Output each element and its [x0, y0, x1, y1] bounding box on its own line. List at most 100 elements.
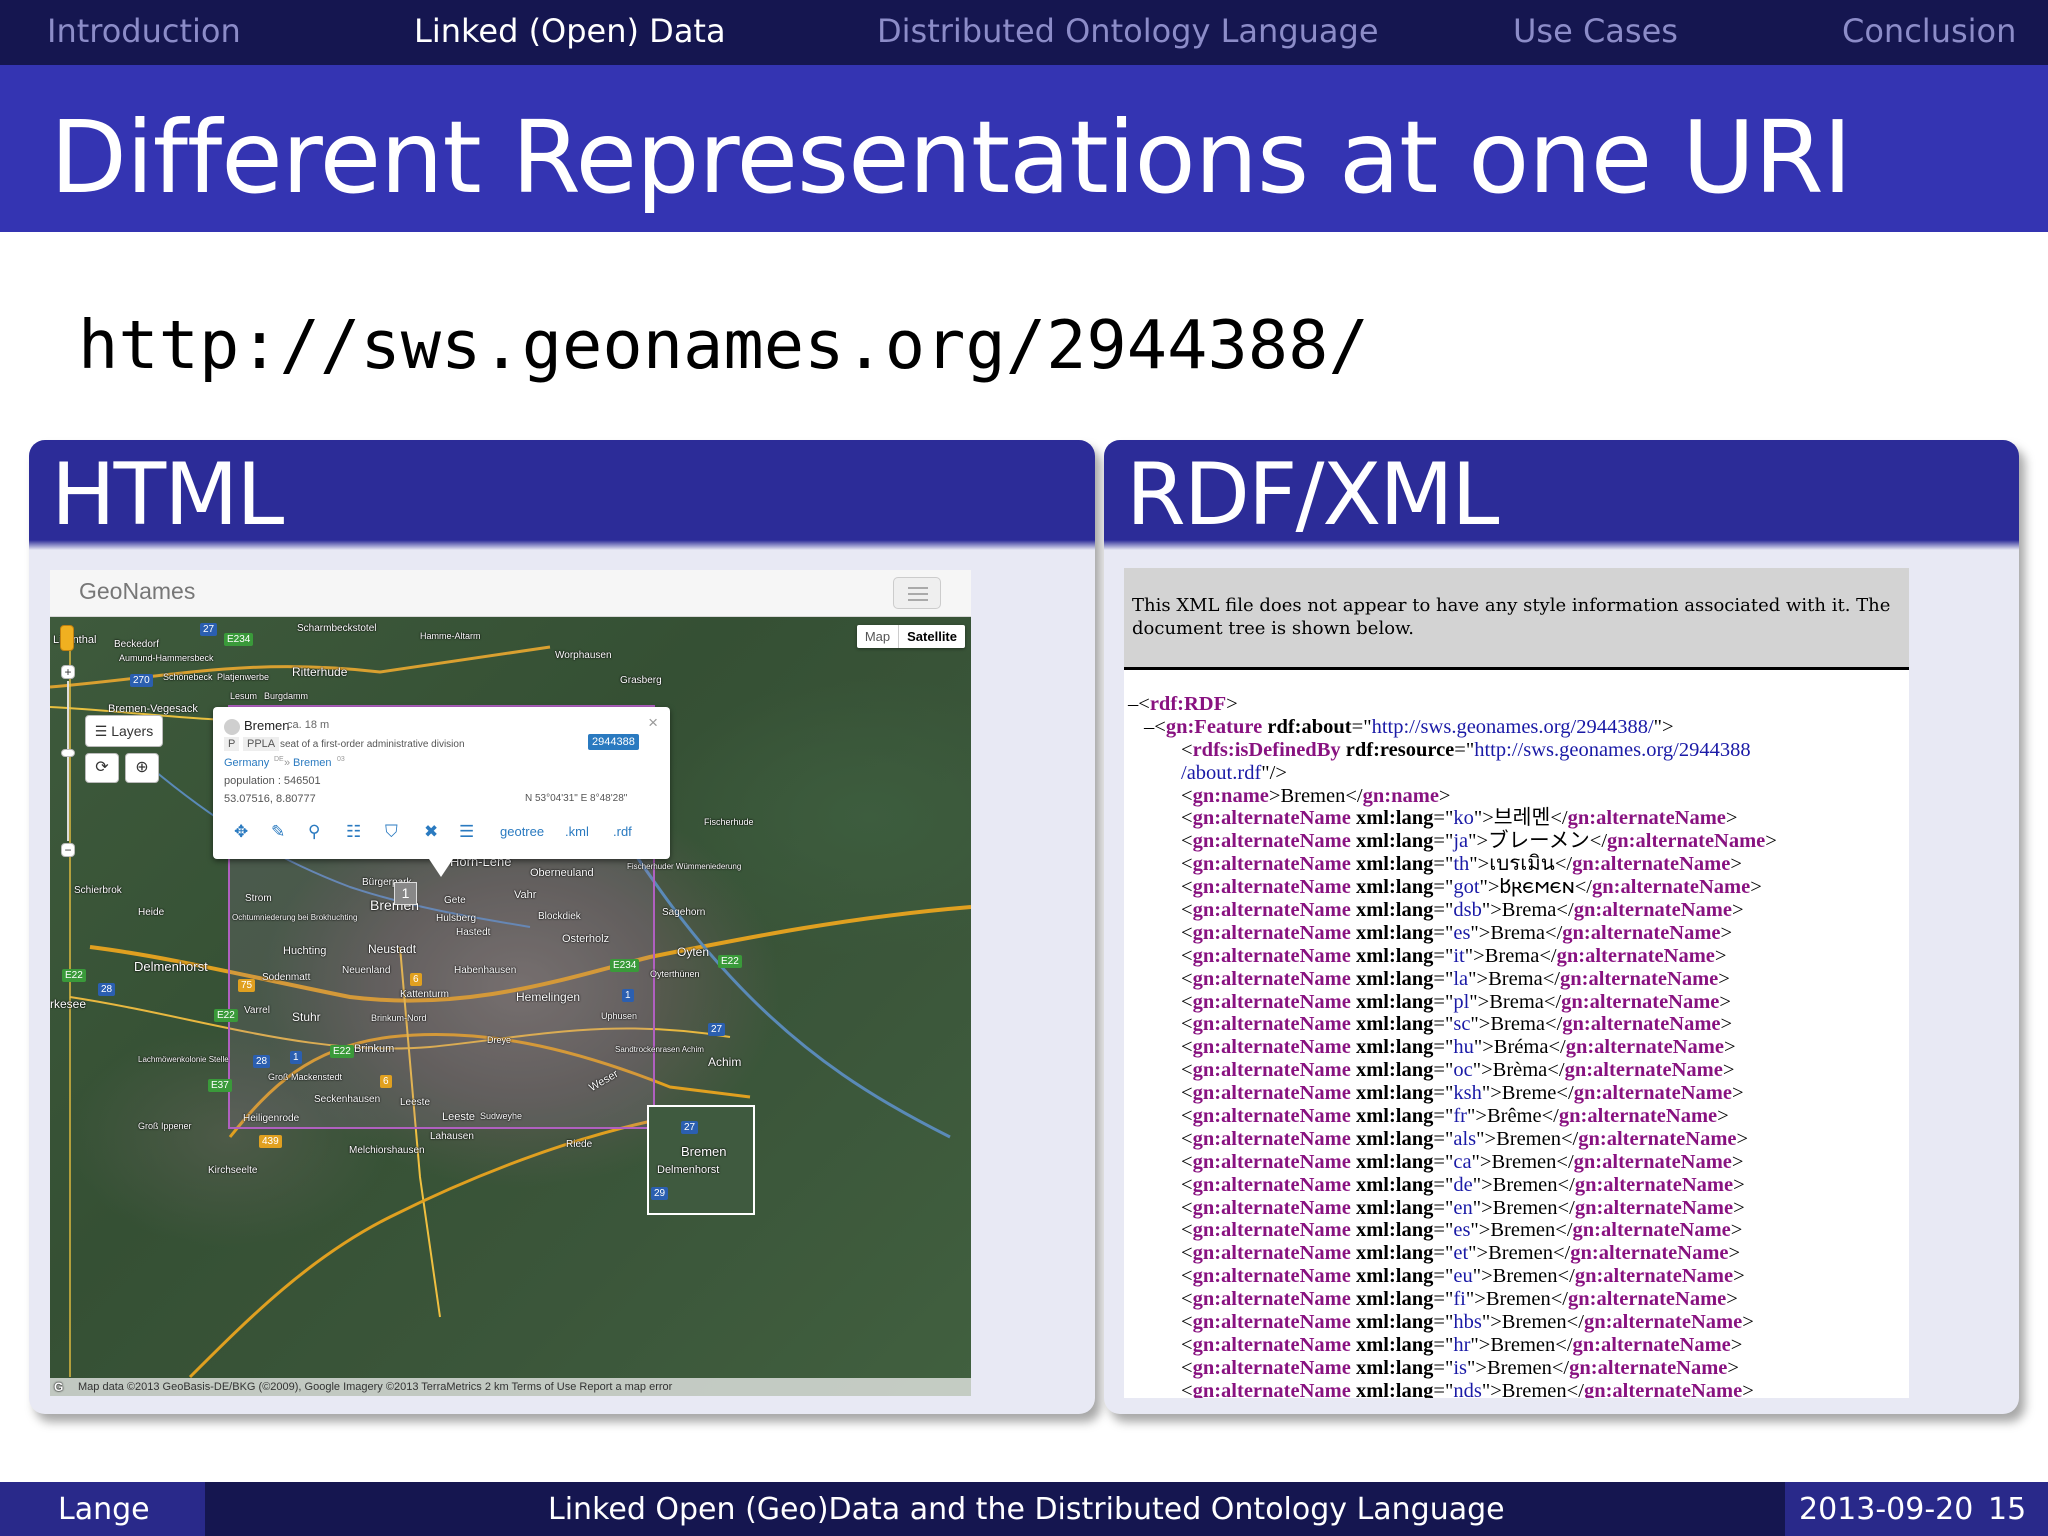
- xml-tag: gn:alternateName: [1192, 1173, 1351, 1196]
- road-shield: 27: [708, 1023, 726, 1036]
- xml-line-alternate-name: <gn:alternateName xml:lang="ko">브레멘</gn:…: [1181, 807, 1738, 830]
- pegman-icon[interactable]: [60, 625, 74, 651]
- xml-text: Bremen: [1492, 1196, 1558, 1219]
- map-label: Strom: [245, 893, 272, 904]
- close-icon[interactable]: ×: [648, 713, 658, 733]
- map-label: Achim: [708, 1055, 742, 1069]
- xml-text: 𐌱𐍂𐌴𐌼𐌴𐌽: [1499, 876, 1575, 899]
- xml-line-alternate-name: <gn:alternateName xml:lang="th">เบรเมิน<…: [1181, 853, 1742, 876]
- list-icon[interactable]: ☰: [459, 822, 474, 842]
- xml-attr: rdf:about: [1267, 715, 1352, 738]
- xml-line-alternate-name: <gn:alternateName xml:lang="it">Brema</g…: [1181, 944, 1727, 967]
- xml-info-banner: This XML file does not appear to have an…: [1124, 568, 1909, 670]
- map-type-satellite-button[interactable]: Satellite: [898, 625, 965, 648]
- region-code: 03: [337, 756, 345, 763]
- country-link[interactable]: Germany: [224, 757, 269, 769]
- xml-tag: gn:alternateName: [1192, 1311, 1351, 1334]
- road-shield: 28: [98, 983, 116, 996]
- xml-attr-value: es: [1453, 1219, 1471, 1242]
- road-shield: 27: [200, 623, 218, 636]
- map-label: Groß Mackenstedt: [268, 1072, 343, 1082]
- xml-text: เบรเมิน: [1489, 853, 1555, 876]
- xml-line-alternate-name: <gn:alternateName xml:lang="hu">Bréma</g…: [1181, 1036, 1736, 1059]
- map-label: Bremen: [681, 1144, 727, 1159]
- road-shield: 28: [253, 1055, 271, 1068]
- kml-link[interactable]: .kml: [565, 824, 589, 839]
- nav-item-distributed-ontology-language[interactable]: Distributed Ontology Language: [877, 12, 1379, 50]
- xml-attr: xml:lang: [1355, 1036, 1434, 1059]
- xml-tag: gn:Feature: [1165, 715, 1263, 738]
- xml-tag: gn:alternateName: [1192, 807, 1351, 830]
- xml-tag: gn:alternateName: [1567, 807, 1726, 830]
- zoom-out-icon[interactable]: −: [61, 843, 75, 857]
- xml-text: Bremen: [1490, 1219, 1556, 1242]
- move-icon[interactable]: ✥: [234, 822, 248, 842]
- xml-attr-value: pl: [1453, 990, 1470, 1013]
- xml-line-alternate-name: <gn:alternateName xml:lang="nds">Bremen<…: [1128, 1380, 1908, 1398]
- nav-item-introduction[interactable]: Introduction: [47, 12, 241, 50]
- overview-map[interactable]: Bremen Delmenhorst 27 29: [647, 1105, 755, 1215]
- nav-item-linked-open-data[interactable]: Linked (Open) Data: [414, 12, 726, 50]
- delete-icon[interactable]: ✖: [424, 822, 438, 842]
- xml-tag: gn:alternateName: [1192, 899, 1351, 922]
- map-label: Gete: [444, 895, 466, 906]
- feature-elevation: ca. 18 m: [287, 719, 330, 731]
- xml-attr-value: hu: [1453, 1036, 1474, 1059]
- map-label: Lachmöwenkolonie Stelle: [138, 1055, 229, 1064]
- xml-attr-value: th: [1453, 853, 1470, 876]
- xml-attr-value: et: [1453, 1242, 1469, 1265]
- xml-attr: xml:lang: [1355, 1082, 1434, 1105]
- xml-tag: gn:alternateName: [1192, 1219, 1351, 1242]
- uri-text: http://sws.geonames.org/2944388/: [78, 306, 1369, 384]
- latlng-text: 53.07516, 8.80777: [224, 793, 316, 805]
- xml-attr-value: ca: [1453, 1150, 1472, 1173]
- region-link[interactable]: Bremen: [293, 757, 332, 769]
- hierarchy-icon[interactable]: ⚲: [308, 822, 320, 842]
- ordered-list-icon[interactable]: ☷: [346, 822, 361, 842]
- xml-text: Bréma: [1493, 1036, 1549, 1059]
- xml-attr: xml:lang: [1355, 899, 1434, 922]
- xml-attr-value: is: [1453, 1356, 1468, 1379]
- xml-line-rdf: –<rdf:RDF>: [1128, 693, 1238, 715]
- map-label: Bremen-Vegesack: [108, 703, 198, 715]
- map-label: Riede: [566, 1139, 593, 1150]
- locate-icon[interactable]: ⊕: [125, 753, 159, 783]
- cluster-marker[interactable]: 1: [394, 882, 417, 905]
- tags-icon[interactable]: ⛉: [385, 822, 398, 842]
- map-label: Sagehorn: [662, 907, 706, 918]
- xml-tag: gn:alternateName: [1192, 967, 1351, 990]
- xml-tag: gn:alternateName: [1192, 944, 1351, 967]
- map-attribution[interactable]: Map data ©2013 GeoBasis-DE/BKG (©2009), …: [50, 1378, 971, 1396]
- satellite-map[interactable]: Scharmbeckstotel Hamme-Altarm Worphausen…: [50, 617, 971, 1396]
- zoom-slider[interactable]: [67, 681, 69, 841]
- map-type-map-button[interactable]: Map: [857, 625, 898, 648]
- nav-item-conclusion[interactable]: Conclusion: [1842, 12, 2016, 50]
- refresh-icon[interactable]: ⟳: [85, 753, 119, 783]
- layers-button[interactable]: ☰ Layers: [85, 715, 163, 747]
- xml-attr: xml:lang: [1355, 1105, 1434, 1128]
- geonames-brand[interactable]: GeoNames: [79, 578, 195, 605]
- geotree-link[interactable]: geotree: [500, 824, 544, 839]
- xml-text: Bremen: [1490, 1333, 1556, 1356]
- xml-tag: gn:alternateName: [1192, 1105, 1351, 1128]
- nav-item-use-cases[interactable]: Use Cases: [1513, 12, 1678, 50]
- map-label: Uphusen: [601, 1011, 638, 1021]
- xml-text: Brèma: [1492, 1059, 1548, 1082]
- xml-text: Bremen: [1501, 1311, 1567, 1334]
- collapse-toggle-icon[interactable]: –: [1128, 693, 1138, 715]
- hamburger-menu-icon[interactable]: [893, 577, 941, 609]
- zoom-slider-handle[interactable]: [61, 749, 75, 757]
- edit-icon[interactable]: ✎: [271, 822, 285, 842]
- rdf-link[interactable]: .rdf: [613, 824, 632, 839]
- xml-text: Bremen: [1488, 1242, 1553, 1265]
- zoom-in-icon[interactable]: +: [61, 665, 75, 679]
- map-label: Hastedt: [456, 927, 491, 938]
- xml-tag: gn:alternateName: [1573, 899, 1732, 922]
- xml-attr: xml:lang: [1355, 921, 1434, 944]
- map-label: Schierbrok: [74, 885, 122, 896]
- geonameid-badge[interactable]: 2944388: [588, 734, 639, 750]
- road-shield: E234: [610, 959, 640, 972]
- collapse-toggle-icon[interactable]: –: [1144, 716, 1154, 738]
- wikipedia-icon[interactable]: [224, 719, 240, 735]
- road-shield: 27: [681, 1121, 699, 1134]
